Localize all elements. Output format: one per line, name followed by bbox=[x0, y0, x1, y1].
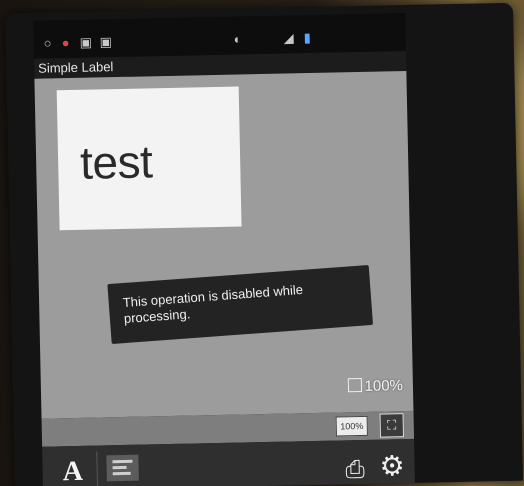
zoom-100-button[interactable]: 100% bbox=[335, 415, 368, 437]
app-notification-icon: ● bbox=[61, 35, 70, 51]
label-preview[interactable]: test bbox=[56, 86, 242, 231]
print-preview-icon[interactable]: ⎙ bbox=[345, 456, 365, 484]
zoom-indicator: 100% bbox=[347, 377, 403, 395]
gear-icon[interactable]: ⚙ bbox=[379, 449, 405, 483]
expand-icon[interactable]: ⛶ bbox=[379, 413, 405, 438]
label-text: test bbox=[79, 135, 153, 189]
alarm-icon: ◐ bbox=[233, 31, 242, 47]
signal-icon: ◢ bbox=[283, 30, 294, 46]
phone-device: ○ ● ▣ ▣ ◐ ◢ ▮ Simple Label test This ope… bbox=[5, 2, 523, 486]
battery-icon: ▮ bbox=[303, 29, 311, 46]
toolbar-divider bbox=[96, 451, 99, 486]
label-canvas[interactable]: test This operation is disabled while pr… bbox=[34, 70, 414, 419]
bottom-toolbar: A ⎙ ⚙ bbox=[42, 438, 416, 486]
mail-icon: ▣ bbox=[79, 34, 93, 50]
toast-message: This operation is disabled while process… bbox=[107, 264, 374, 345]
notification-icon: ○ bbox=[43, 35, 52, 51]
app-title: Simple Label bbox=[38, 59, 114, 76]
zoom-value: 100% bbox=[364, 377, 404, 395]
zoom-icon bbox=[347, 377, 362, 393]
download-icon: ▣ bbox=[99, 34, 113, 50]
font-icon[interactable]: A bbox=[62, 456, 83, 486]
photo-scene: ○ ● ▣ ▣ ◐ ◢ ▮ Simple Label test This ope… bbox=[0, 0, 524, 486]
text-align-icon[interactable] bbox=[106, 454, 139, 482]
